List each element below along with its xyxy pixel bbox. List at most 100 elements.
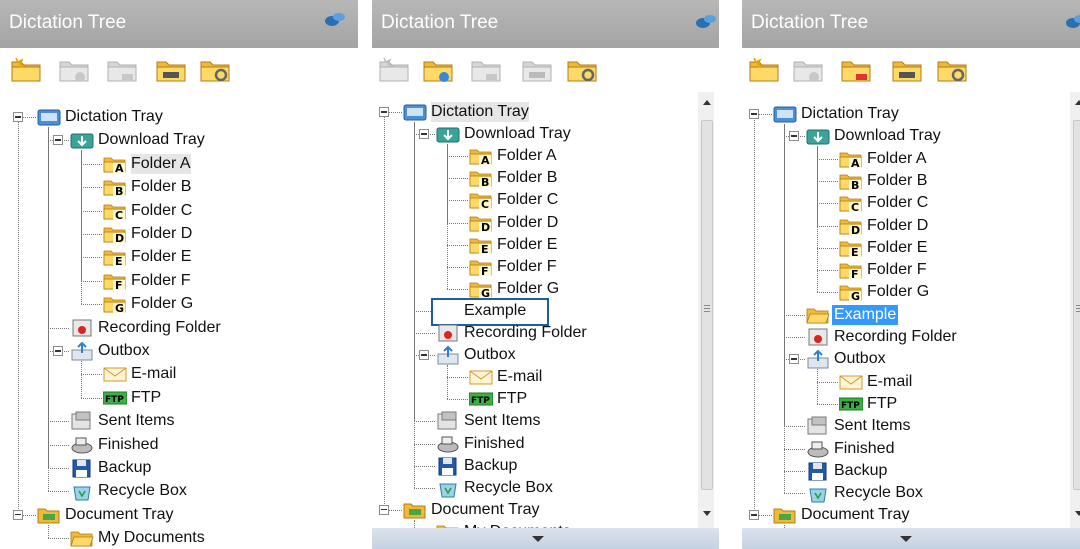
collapse-toggle-icon[interactable] [789, 131, 799, 142]
folder-settings-button[interactable] [936, 56, 968, 84]
collapse-toggle-icon[interactable] [789, 354, 799, 365]
tree-item-label[interactable]: Folder A [131, 153, 191, 174]
new-folder-button[interactable] [378, 56, 410, 84]
svg-text:C: C [851, 201, 859, 213]
tree-item-label[interactable]: Folder A [867, 149, 927, 169]
tree-item-label[interactable]: Sent Items [834, 416, 910, 436]
tree-item-label[interactable]: My Documents [98, 528, 205, 548]
tree-item-label[interactable]: E-mail [867, 372, 912, 392]
scrollbar-thumb[interactable] [701, 120, 713, 490]
tree-item-label[interactable]: Document Tray [431, 500, 539, 520]
tree-item-label[interactable]: Folder F [497, 257, 557, 277]
rename-input[interactable]: Example [464, 301, 526, 321]
remove-folder-button[interactable] [891, 56, 923, 84]
collapse-toggle-icon[interactable] [53, 135, 63, 146]
vertical-scrollbar[interactable] [698, 92, 714, 528]
add-folder-button[interactable] [58, 56, 90, 84]
tree-item-label[interactable]: Recycle Box [98, 481, 187, 501]
collapse-toggle-icon[interactable] [379, 504, 389, 515]
collapse-toggle-icon[interactable] [749, 510, 759, 521]
tree-item-label[interactable]: Folder D [867, 216, 928, 236]
remove-folder-button[interactable] [521, 56, 553, 84]
folder-properties-button[interactable] [840, 56, 872, 84]
tree-item-label[interactable]: Folder A [497, 146, 557, 166]
tree-item-label[interactable]: Download Tray [98, 130, 205, 150]
scroll-down-arrow-icon[interactable] [1075, 511, 1080, 516]
new-folder-button[interactable] [10, 56, 42, 84]
tree-item-label[interactable]: Outbox [834, 349, 886, 369]
tree-item-label[interactable]: Folder F [131, 271, 191, 291]
remove-folder-button[interactable] [155, 56, 187, 84]
new-folder-button[interactable] [748, 56, 780, 84]
add-folder-button[interactable] [422, 56, 454, 84]
tree-item-label[interactable]: Dictation Tray [431, 102, 529, 122]
tree-item-label[interactable]: Folder E [131, 247, 191, 267]
tree-item-label[interactable]: Recycle Box [464, 478, 553, 498]
tree-item-label[interactable]: FTP [131, 388, 161, 408]
tree-item-label[interactable]: Folder E [867, 238, 927, 258]
tree-item-label[interactable]: Recycle Box [834, 483, 923, 503]
tree-item-label[interactable]: Folder D [497, 213, 558, 233]
tree-item-label[interactable]: Dictation Tray [801, 104, 899, 124]
tree-item-label[interactable]: Download Tray [464, 124, 571, 144]
scroll-up-arrow-icon[interactable] [1075, 100, 1080, 105]
tree-item-label[interactable]: Sent Items [464, 411, 540, 431]
pin-icon[interactable] [1064, 12, 1080, 32]
tree-item-label[interactable]: Example [832, 304, 899, 325]
tree-item-label[interactable]: Folder C [131, 201, 192, 221]
folder-settings-button[interactable] [566, 56, 598, 84]
tree-item-label[interactable]: Download Tray [834, 126, 941, 146]
vertical-scrollbar[interactable] [1070, 92, 1080, 528]
tree-item-label[interactable]: E-mail [131, 364, 176, 384]
tree-item-label[interactable]: Finished [98, 435, 158, 455]
collapse-toggle-icon[interactable] [379, 107, 389, 117]
tree-item-label[interactable]: Folder C [497, 190, 558, 210]
pin-icon[interactable] [694, 12, 718, 32]
scrollbar-thumb[interactable] [1073, 120, 1080, 490]
tree-item-label[interactable]: Sent Items [98, 411, 174, 431]
folder-properties-button[interactable] [470, 56, 502, 84]
collapse-toggle-icon[interactable] [749, 109, 759, 119]
tree-item-label[interactable]: Folder G [497, 279, 559, 299]
tree-item-label[interactable]: Folder F [867, 260, 927, 280]
expand-down-icon[interactable] [532, 536, 544, 542]
collapse-toggle-icon[interactable] [419, 129, 429, 140]
svg-text:B: B [481, 176, 489, 188]
expand-down-icon[interactable] [900, 536, 912, 542]
tree-item-label[interactable]: Outbox [464, 345, 516, 365]
tree-item-label[interactable]: Document Tray [801, 505, 909, 525]
folder-properties-button[interactable] [106, 56, 138, 84]
tree-item-label[interactable]: FTP [867, 394, 897, 414]
tree-item-label[interactable]: Recording Folder [834, 327, 957, 347]
tree-item-label[interactable]: Backup [464, 456, 517, 476]
pin-icon[interactable] [323, 10, 347, 30]
scroll-up-arrow-icon[interactable] [703, 100, 711, 105]
finished-icon [807, 441, 829, 457]
tree-item-label[interactable]: Recording Folder [98, 318, 221, 338]
add-folder-button[interactable] [792, 56, 824, 84]
collapse-toggle-icon[interactable] [419, 350, 429, 361]
scroll-down-arrow-icon[interactable] [703, 511, 711, 516]
tree-item-label[interactable]: FTP [497, 389, 527, 409]
tree-item-label[interactable]: Dictation Tray [65, 107, 163, 127]
tree-item-label[interactable]: Folder G [131, 294, 193, 314]
tree-item-label[interactable]: E-mail [497, 367, 542, 387]
collapse-toggle-icon[interactable] [13, 509, 23, 520]
collapse-toggle-icon[interactable] [53, 346, 63, 356]
tree-item-label[interactable]: Folder D [131, 224, 192, 244]
tree-item-label[interactable]: Outbox [98, 341, 150, 361]
tree-item-label[interactable]: Folder G [867, 282, 929, 302]
tree-item-label[interactable]: Folder B [867, 171, 927, 191]
tree-item-label[interactable]: Document Tray [65, 505, 173, 525]
folder-settings-button[interactable] [199, 56, 231, 84]
tree-item-label[interactable]: Recording Folder [464, 323, 587, 343]
tree-item-label[interactable]: Backup [98, 458, 151, 478]
tree-item-label[interactable]: Folder C [867, 193, 928, 213]
collapse-toggle-icon[interactable] [13, 112, 23, 122]
tree-item-label[interactable]: Finished [834, 439, 894, 459]
tree-item-label[interactable]: Backup [834, 461, 887, 481]
tree-item-label[interactable]: Folder B [497, 168, 557, 188]
tree-item-label[interactable]: Folder E [497, 235, 557, 255]
tree-item-label[interactable]: Folder B [131, 177, 191, 197]
tree-item-label[interactable]: Finished [464, 434, 524, 454]
